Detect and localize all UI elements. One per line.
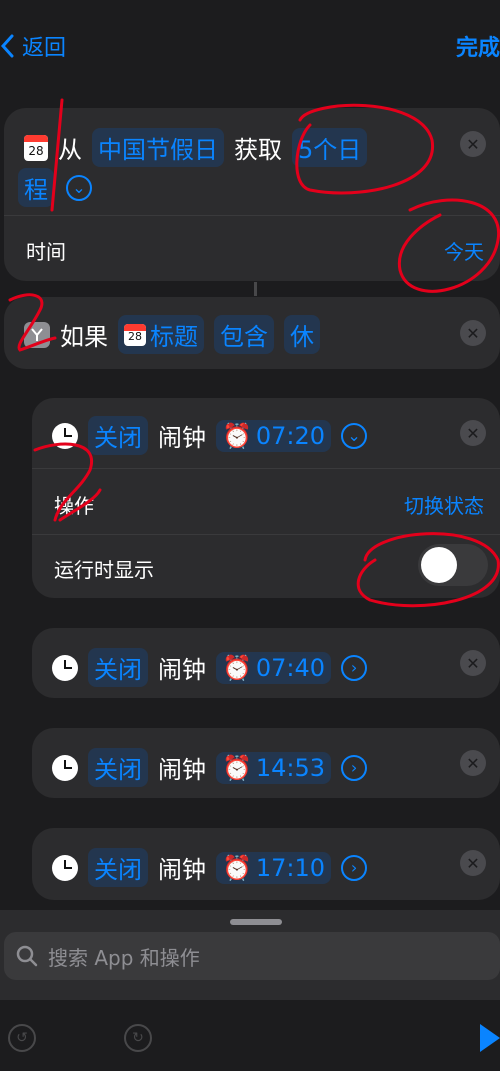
- alarm-icon: ⏰: [222, 421, 252, 450]
- get-label: 获取: [234, 136, 282, 164]
- search-icon: [16, 945, 38, 967]
- close-icon[interactable]: ✕: [460, 131, 486, 157]
- count-chip-cont[interactable]: 程: [18, 168, 54, 207]
- back-label: 返回: [22, 36, 67, 61]
- undo-icon[interactable]: ↺: [8, 1024, 36, 1052]
- chevron-right-icon[interactable]: ›: [341, 754, 368, 781]
- alarm-time: 07:40: [255, 653, 326, 682]
- chevron-down-icon[interactable]: ⌄: [66, 174, 92, 201]
- bottom-toolbar: [0, 1000, 500, 1071]
- time-label: 时间: [26, 240, 66, 264]
- from-label: 从: [58, 136, 82, 164]
- if-label: 如果: [60, 323, 108, 351]
- alarm-noun: 闹钟: [158, 424, 206, 452]
- alarm-action-chip[interactable]: 关闭: [88, 848, 148, 887]
- show-when-run-label: 运行时显示: [54, 558, 154, 582]
- alarm-action-1[interactable]: 关闭 闹钟 ⏰ 07:20 ⌄ ✕ 操作 切换状态 运行时显示: [32, 398, 500, 598]
- clock-icon: [52, 754, 78, 781]
- if-action[interactable]: 如果 28 标题 包含 休 ✕: [4, 297, 500, 369]
- alarm-action-chip[interactable]: 关闭: [88, 648, 148, 687]
- source-chip[interactable]: 中国节假日: [92, 128, 224, 167]
- field-chip[interactable]: 28 标题: [118, 315, 204, 354]
- close-icon[interactable]: ✕: [460, 650, 486, 676]
- count-chip[interactable]: 5个日: [292, 128, 368, 167]
- search-placeholder: 搜索 App 和操作: [48, 945, 200, 970]
- chevron-right-icon[interactable]: ›: [341, 854, 368, 881]
- branch-icon: [24, 321, 50, 348]
- operation-value[interactable]: 切换状态: [404, 494, 484, 518]
- close-icon[interactable]: ✕: [460, 750, 486, 776]
- calendar-icon: 28: [24, 134, 48, 161]
- alarm-action-chip[interactable]: 关闭: [88, 416, 148, 455]
- play-icon[interactable]: [480, 1024, 500, 1056]
- show-when-run-toggle[interactable]: [418, 544, 488, 586]
- clock-icon: [52, 422, 78, 449]
- sheet-handle[interactable]: [230, 919, 282, 925]
- chevron-down-icon[interactable]: ⌄: [341, 422, 368, 449]
- alarm-action-4[interactable]: 关闭 闹钟 ⏰ 17:10 › ✕: [32, 828, 500, 900]
- field-label: 标题: [150, 323, 198, 351]
- chevron-left-icon: [0, 34, 14, 58]
- search-input[interactable]: 搜索 App 和操作: [4, 932, 500, 980]
- chevron-right-icon[interactable]: ›: [341, 654, 368, 681]
- alarm-noun: 闹钟: [158, 856, 206, 884]
- alarm-icon: ⏰: [222, 653, 252, 682]
- time-value[interactable]: 今天: [444, 240, 484, 264]
- close-icon[interactable]: ✕: [460, 850, 486, 876]
- connector-line: [254, 282, 257, 296]
- close-icon[interactable]: ✕: [460, 420, 486, 446]
- calendar-icon: 28: [124, 323, 146, 346]
- toggle-knob: [421, 547, 457, 583]
- clock-icon: [52, 654, 78, 681]
- alarm-icon: ⏰: [222, 753, 252, 782]
- alarm-noun: 闹钟: [158, 656, 206, 684]
- value-chip[interactable]: 休: [284, 315, 320, 354]
- alarm-time-chip[interactable]: ⏰ 07:40: [216, 651, 332, 684]
- alarm-time-chip[interactable]: ⏰ 14:53: [216, 751, 332, 784]
- alarm-time: 07:20: [255, 421, 326, 450]
- navigation-bar: 返回 完成: [0, 0, 500, 95]
- redo-icon[interactable]: ↻: [124, 1024, 152, 1052]
- close-icon[interactable]: ✕: [460, 320, 486, 346]
- clock-icon: [52, 854, 78, 881]
- alarm-time: 17:10: [255, 853, 326, 882]
- alarm-action-chip[interactable]: 关闭: [88, 748, 148, 787]
- alarm-time-chip[interactable]: ⏰ 17:10: [216, 851, 332, 884]
- get-events-action[interactable]: 28 从 中国节假日 获取 5个日 ✕ 程 ⌄ 时间 今天: [4, 108, 500, 281]
- operation-label: 操作: [54, 494, 94, 518]
- done-button[interactable]: 完成: [456, 30, 500, 62]
- back-button[interactable]: 返回: [0, 30, 66, 62]
- alarm-action-2[interactable]: 关闭 闹钟 ⏰ 07:40 › ✕: [32, 628, 500, 698]
- operator-chip[interactable]: 包含: [214, 315, 274, 354]
- alarm-action-3[interactable]: 关闭 闹钟 ⏰ 14:53 › ✕: [32, 728, 500, 798]
- alarm-time: 14:53: [255, 753, 326, 782]
- alarm-noun: 闹钟: [158, 756, 206, 784]
- alarm-time-chip[interactable]: ⏰ 07:20: [216, 419, 332, 452]
- alarm-icon: ⏰: [222, 853, 252, 882]
